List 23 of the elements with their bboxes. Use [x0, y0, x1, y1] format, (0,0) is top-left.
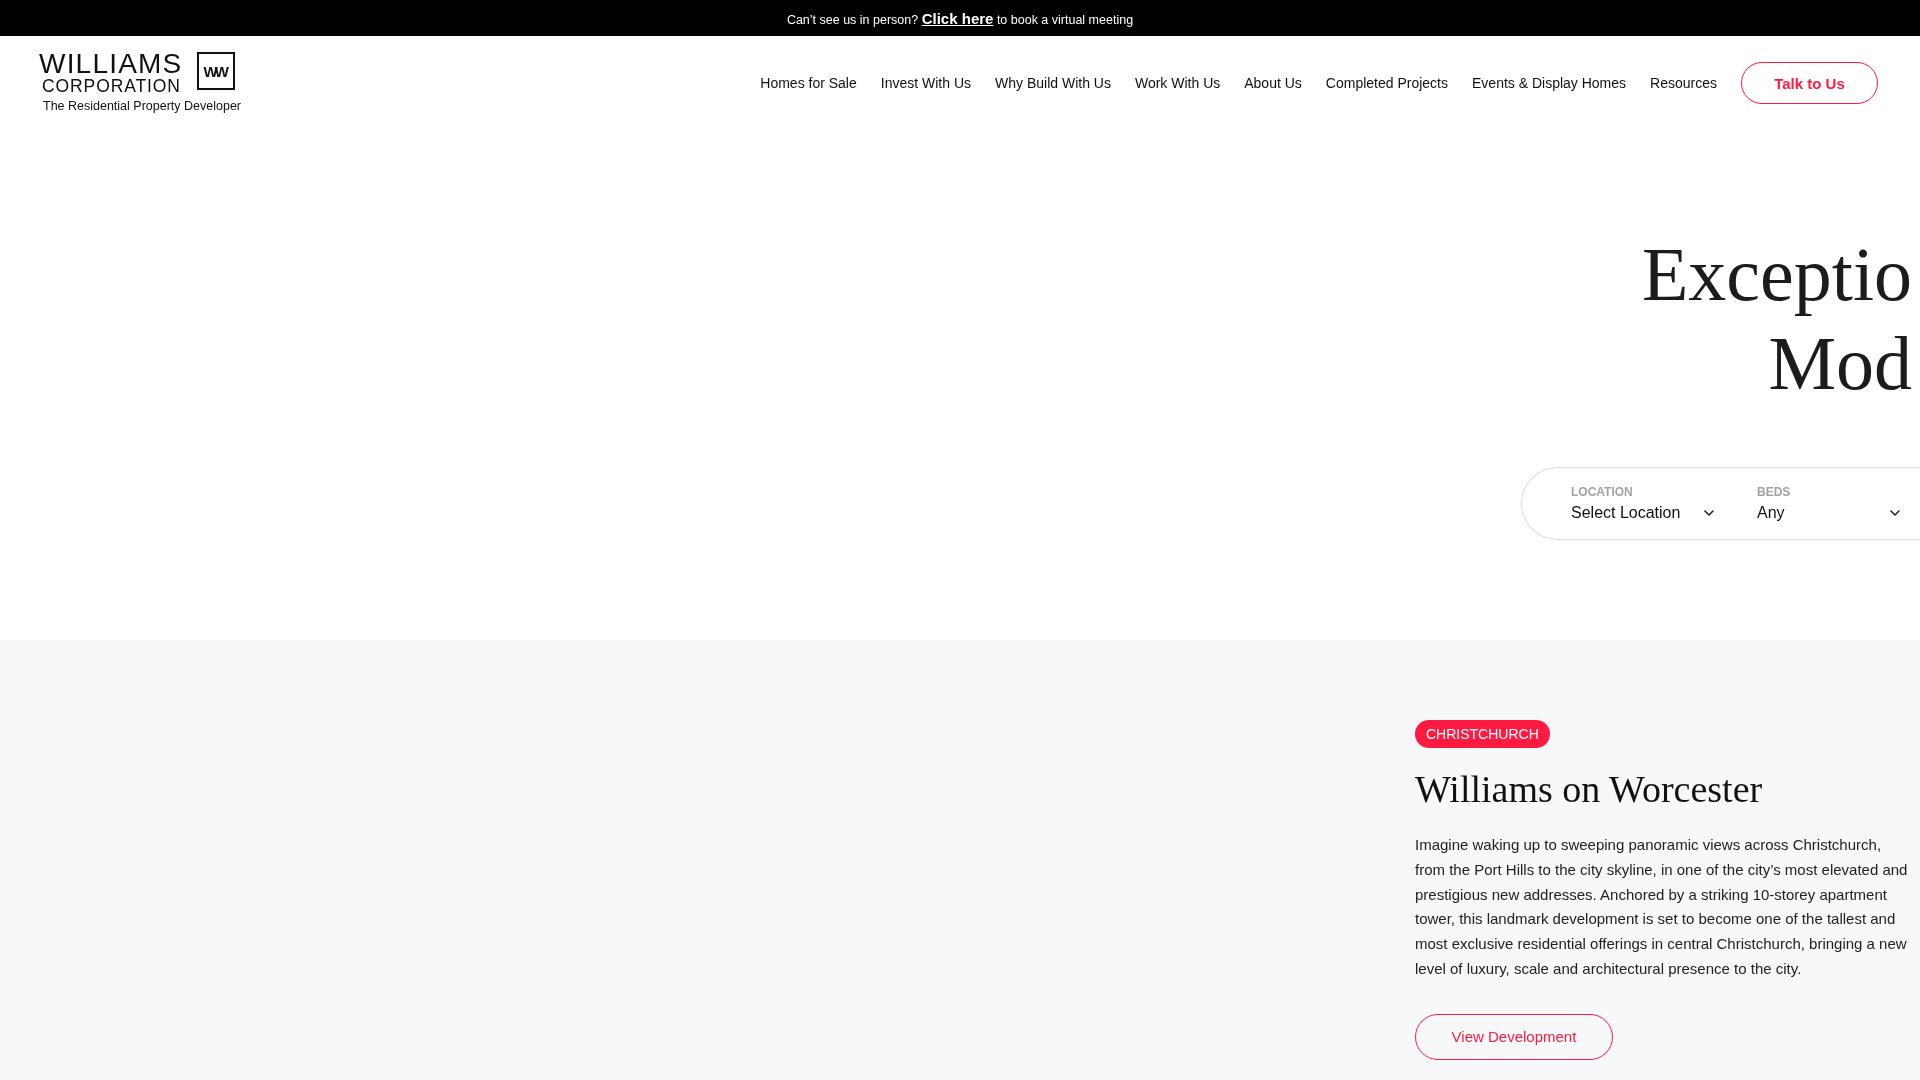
nav-link[interactable]: Resources	[1650, 75, 1717, 91]
chevron-down-icon	[1704, 509, 1714, 516]
nav-link[interactable]: About Us	[1244, 75, 1302, 91]
nav-link[interactable]: Events & Display Homes	[1472, 75, 1627, 91]
hero-heading-line: Mod	[1768, 320, 1912, 407]
nav-link[interactable]: Invest With Us	[880, 75, 971, 91]
nav-link[interactable]: Homes for Sale	[760, 75, 857, 91]
filter-label: LOCATION	[1571, 484, 1633, 500]
development-description: Imagine waking up to sweeping panoramic views across Christchurch, from the Port Hills to the city skyline, in one of the city’s most elevated and prestigious new addresses. Anchored by a striking 10-storey apartment tower, this landmark development is set to become one of the tallest and most exclusive residential offerings in central Christchurch, bringing a new level of luxury, scale and architectural presence to the city.	[1415, 835, 1909, 979]
nav-link[interactable]: Work With Us	[1134, 75, 1221, 91]
location-tag: CHRISTCHURCH	[1415, 720, 1550, 748]
nav-link[interactable]: Why Build With Us	[995, 75, 1111, 91]
nav-link[interactable]: Completed Projects	[1325, 75, 1448, 91]
talk-to-us-button[interactable]: Talk to Us	[1741, 62, 1878, 104]
development-title: Williams on Worcester	[1415, 767, 1763, 812]
booking-link[interactable]: Click here	[921, 9, 994, 27]
hero-heading-line: Exceptio	[1641, 231, 1912, 318]
company-logo[interactable]: WILLIAMS CORPORATION WW The Residential Property Developer	[39, 52, 242, 114]
filter-dropdown[interactable]: Select Location	[1571, 502, 1716, 523]
filter-dropdown[interactable]: Any	[1757, 502, 1902, 523]
announcement-text: Can’t see us in person? Click here to book a virtual meeting	[786, 9, 1134, 27]
chevron-down-icon	[1890, 509, 1900, 516]
filter-label: BEDS	[1757, 484, 1791, 500]
